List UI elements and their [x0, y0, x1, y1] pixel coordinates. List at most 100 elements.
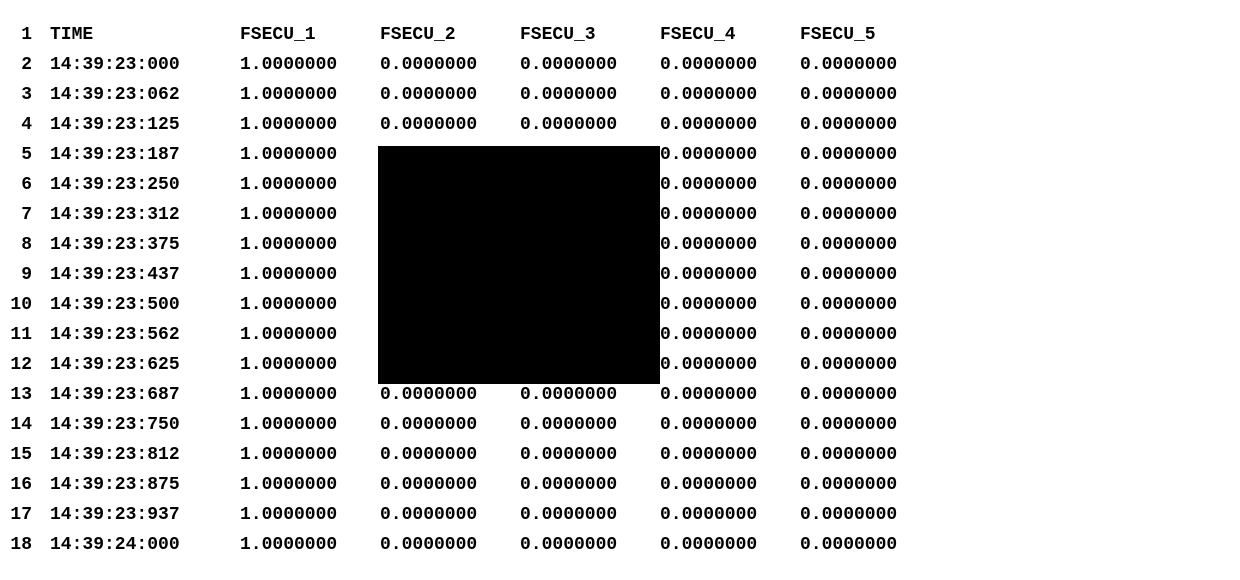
line-number: 5 [10, 140, 50, 170]
cell-time: 14:39:23:000 [50, 50, 240, 80]
cell-fsecu2: 0.0000000 [380, 500, 520, 530]
line-number: 2 [10, 50, 50, 80]
cell-time: 14:39:23:250 [50, 170, 240, 200]
cell-fsecu4: 0.0000000 [660, 290, 800, 320]
cell-fsecu4: 0.0000000 [660, 200, 800, 230]
cell-fsecu1: 1.0000000 [240, 320, 380, 350]
cell-fsecu4: 0.0000000 [660, 110, 800, 140]
cell-fsecu1: 1.0000000 [240, 500, 380, 530]
line-number: 9 [10, 260, 50, 290]
cell-fsecu4: 0.0000000 [660, 260, 800, 290]
cell-time: 14:39:23:312 [50, 200, 240, 230]
line-number: 10 [10, 290, 50, 320]
table-row: 1 TIME FSECU_1 FSECU_2 FSECU_3 FSECU_4 F… [10, 20, 1230, 50]
cell-fsecu1: 1.0000000 [240, 350, 380, 380]
cell-fsecu5: 0.0000000 [800, 230, 940, 260]
line-number: 15 [10, 440, 50, 470]
cell-fsecu1: 1.0000000 [240, 410, 380, 440]
table-row: 18 14:39:24:000 1.0000000 0.0000000 0.00… [10, 530, 1230, 560]
cell-fsecu2: 0.0000000 [380, 80, 520, 110]
cell-fsecu3: 0.0000000 [520, 80, 660, 110]
cell-fsecu2: 0.0000000 [380, 470, 520, 500]
cell-fsecu2: FSECU_2 [380, 20, 520, 50]
cell-time: 14:39:23:937 [50, 500, 240, 530]
cell-fsecu5: 0.0000000 [800, 110, 940, 140]
cell-fsecu5: 0.0000000 [800, 380, 940, 410]
cell-fsecu1: 1.0000000 [240, 170, 380, 200]
cell-time: 14:39:23:875 [50, 470, 240, 500]
cell-fsecu5: 0.0000000 [800, 260, 940, 290]
cell-fsecu1: 1.0000000 [240, 140, 380, 170]
cell-fsecu5: 0.0000000 [800, 470, 940, 500]
cell-fsecu5: 0.0000000 [800, 170, 940, 200]
cell-fsecu3: 0.0000000 [520, 500, 660, 530]
cell-fsecu1: 1.0000000 [240, 470, 380, 500]
cell-fsecu1: 1.0000000 [240, 80, 380, 110]
cell-fsecu3: 0.0000000 [520, 470, 660, 500]
line-number: 13 [10, 380, 50, 410]
line-number: 8 [10, 230, 50, 260]
cell-fsecu4: 0.0000000 [660, 410, 800, 440]
cell-fsecu4: 0.0000000 [660, 80, 800, 110]
line-number: 7 [10, 200, 50, 230]
cell-fsecu5: 0.0000000 [800, 200, 940, 230]
cell-fsecu4: FSECU_4 [660, 20, 800, 50]
cell-fsecu3: FSECU_3 [520, 20, 660, 50]
cell-fsecu5: 0.0000000 [800, 500, 940, 530]
cell-fsecu1: 1.0000000 [240, 50, 380, 80]
line-number: 4 [10, 110, 50, 140]
line-number: 14 [10, 410, 50, 440]
cell-fsecu1: FSECU_1 [240, 20, 380, 50]
cell-fsecu4: 0.0000000 [660, 470, 800, 500]
cell-time: 14:39:23:562 [50, 320, 240, 350]
cell-fsecu4: 0.0000000 [660, 170, 800, 200]
cell-time: 14:39:23:812 [50, 440, 240, 470]
cell-time: 14:39:23:062 [50, 80, 240, 110]
cell-fsecu5: 0.0000000 [800, 320, 940, 350]
line-number: 11 [10, 320, 50, 350]
cell-fsecu5: 0.0000000 [800, 440, 940, 470]
cell-fsecu2: 0.0000000 [380, 110, 520, 140]
cell-fsecu5: FSECU_5 [800, 20, 940, 50]
cell-fsecu3: 0.0000000 [520, 440, 660, 470]
cell-fsecu5: 0.0000000 [800, 350, 940, 380]
line-number: 12 [10, 350, 50, 380]
cell-fsecu2: 0.0000000 [380, 530, 520, 560]
cell-time: 14:39:24:000 [50, 530, 240, 560]
cell-fsecu2: 0.0000000 [380, 50, 520, 80]
line-number: 16 [10, 470, 50, 500]
table-row: 16 14:39:23:875 1.0000000 0.0000000 0.00… [10, 470, 1230, 500]
cell-fsecu1: 1.0000000 [240, 530, 380, 560]
cell-fsecu1: 1.0000000 [240, 290, 380, 320]
table-row: 3 14:39:23:062 1.0000000 0.0000000 0.000… [10, 80, 1230, 110]
cell-time: 14:39:23:625 [50, 350, 240, 380]
cell-fsecu1: 1.0000000 [240, 230, 380, 260]
cell-fsecu5: 0.0000000 [800, 410, 940, 440]
cell-time: 14:39:23:500 [50, 290, 240, 320]
table-row: 14 14:39:23:750 1.0000000 0.0000000 0.00… [10, 410, 1230, 440]
line-number: 1 [10, 20, 50, 50]
data-table: 1 TIME FSECU_1 FSECU_2 FSECU_3 FSECU_4 F… [10, 20, 1230, 560]
table-row: 15 14:39:23:812 1.0000000 0.0000000 0.00… [10, 440, 1230, 470]
cell-fsecu4: 0.0000000 [660, 320, 800, 350]
cell-fsecu3: 0.0000000 [520, 410, 660, 440]
line-number: 6 [10, 170, 50, 200]
cell-fsecu4: 0.0000000 [660, 50, 800, 80]
cell-fsecu4: 0.0000000 [660, 440, 800, 470]
cell-fsecu4: 0.0000000 [660, 530, 800, 560]
cell-fsecu1: 1.0000000 [240, 110, 380, 140]
cell-time: TIME [50, 20, 240, 50]
line-number: 3 [10, 80, 50, 110]
cell-fsecu5: 0.0000000 [800, 290, 940, 320]
cell-fsecu5: 0.0000000 [800, 80, 940, 110]
cell-time: 14:39:23:187 [50, 140, 240, 170]
line-number: 17 [10, 500, 50, 530]
cell-time: 14:39:23:687 [50, 380, 240, 410]
cell-fsecu1: 1.0000000 [240, 200, 380, 230]
cell-fsecu5: 0.0000000 [800, 50, 940, 80]
table-row: 2 14:39:23:000 1.0000000 0.0000000 0.000… [10, 50, 1230, 80]
table-row: 17 14:39:23:937 1.0000000 0.0000000 0.00… [10, 500, 1230, 530]
table-row: 13 14:39:23:687 1.0000000 0.0000000 0.00… [10, 380, 1230, 410]
cell-fsecu3: 0.0000000 [520, 380, 660, 410]
cell-fsecu5: 0.0000000 [800, 530, 940, 560]
